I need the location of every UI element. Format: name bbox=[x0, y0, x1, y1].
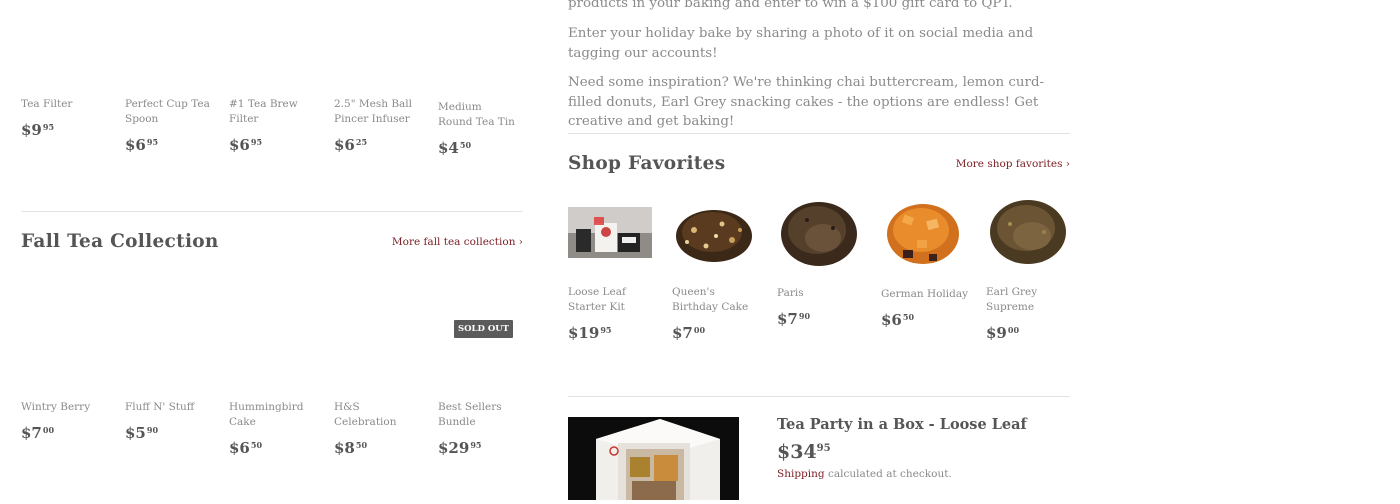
product-name: 2.5" Mesh Ball Pincer Infuser bbox=[334, 98, 413, 125]
shipping-note: Shipping calculated at checkout. bbox=[777, 468, 952, 480]
promo-paragraph: Enter your holiday bake by sharing a pho… bbox=[568, 26, 1034, 61]
product-name: Perfect Cup Tea Spoon bbox=[125, 98, 210, 125]
product-name: Tea Filter bbox=[21, 98, 73, 110]
product-name: Queen's Birthday Cake bbox=[672, 286, 749, 313]
featured-product-price: $3495 bbox=[777, 441, 831, 463]
product-price: $850 bbox=[334, 439, 368, 457]
product-card[interactable]: German Holiday $650 bbox=[881, 287, 976, 329]
more-fall-tea-link[interactable]: More fall tea collection › bbox=[392, 236, 523, 248]
sold-out-badge: SOLD OUT bbox=[454, 320, 513, 338]
product-card[interactable]: #1 Tea Brew Filter $695 bbox=[229, 97, 321, 154]
product-price: $2995 bbox=[438, 439, 482, 457]
product-card[interactable]: Best Sellers Bundle $2995 bbox=[438, 400, 510, 457]
product-price: $695 bbox=[229, 136, 263, 154]
fall-collection-title: Fall Tea Collection bbox=[21, 231, 219, 252]
product-card[interactable]: Earl Grey Supreme $900 bbox=[986, 285, 1066, 342]
product-image-german-holiday[interactable] bbox=[881, 190, 965, 278]
product-card[interactable]: H&S Celebration $850 bbox=[334, 400, 424, 457]
product-name: German Holiday bbox=[881, 288, 969, 300]
product-name: Medium Round Tea Tin bbox=[438, 101, 515, 128]
product-price: $450 bbox=[438, 139, 472, 157]
product-price: $590 bbox=[125, 424, 159, 442]
product-price: $700 bbox=[672, 324, 706, 342]
product-card[interactable]: Fluff N' Stuff $590 bbox=[125, 400, 215, 442]
section-divider bbox=[568, 396, 1070, 397]
product-image-paris[interactable] bbox=[777, 190, 861, 278]
promo-paragraph: Need some inspiration? We're thinking ch… bbox=[568, 75, 1045, 129]
product-card[interactable]: Paris $790 bbox=[777, 286, 867, 328]
promo-paragraph: products in your baking and enter to win… bbox=[568, 0, 1013, 11]
shop-favorites-title: Shop Favorites bbox=[568, 153, 726, 174]
product-card[interactable]: Hummingbird Cake $650 bbox=[229, 400, 307, 457]
product-image-earl-grey-supreme[interactable] bbox=[986, 190, 1070, 278]
product-card[interactable]: Wintry Berry $700 bbox=[21, 400, 111, 442]
product-name: #1 Tea Brew Filter bbox=[229, 98, 298, 125]
product-name: Wintry Berry bbox=[21, 401, 91, 413]
product-price: $650 bbox=[881, 311, 915, 329]
product-card[interactable]: Medium Round Tea Tin $450 bbox=[438, 100, 518, 157]
section-divider bbox=[21, 211, 523, 212]
product-card[interactable]: Tea Filter $995 bbox=[21, 97, 111, 139]
product-price: $625 bbox=[334, 136, 368, 154]
product-price: $790 bbox=[777, 310, 811, 328]
product-name: Paris bbox=[777, 287, 804, 299]
featured-product-title[interactable]: Tea Party in a Box - Loose Leaf bbox=[777, 416, 1027, 433]
product-card[interactable]: 2.5" Mesh Ball Pincer Infuser $625 bbox=[334, 97, 414, 154]
product-price: $695 bbox=[125, 136, 159, 154]
shipping-link[interactable]: Shipping bbox=[777, 468, 825, 480]
product-name: Hummingbird Cake bbox=[229, 401, 304, 428]
product-card[interactable]: Loose Leaf Starter Kit $1995 bbox=[568, 285, 658, 342]
featured-product-image[interactable] bbox=[568, 417, 739, 500]
product-price: $700 bbox=[21, 424, 55, 442]
product-card[interactable]: Queen's Birthday Cake $700 bbox=[672, 285, 762, 342]
product-price: $650 bbox=[229, 439, 263, 457]
product-name: Best Sellers Bundle bbox=[438, 401, 502, 428]
product-image-starter-kit[interactable] bbox=[568, 207, 652, 258]
product-price: $995 bbox=[21, 121, 55, 139]
product-name: Fluff N' Stuff bbox=[125, 401, 195, 413]
section-divider bbox=[568, 133, 1070, 134]
product-name: Earl Grey Supreme bbox=[986, 286, 1038, 313]
product-price: $1995 bbox=[568, 324, 612, 342]
product-image-queens-birthday-cake[interactable] bbox=[672, 190, 756, 278]
product-card[interactable]: Perfect Cup Tea Spoon $695 bbox=[125, 97, 213, 154]
product-name: Loose Leaf Starter Kit bbox=[568, 286, 626, 313]
more-shop-favorites-link[interactable]: More shop favorites › bbox=[956, 158, 1070, 170]
product-name: H&S Celebration bbox=[334, 401, 397, 428]
product-price: $900 bbox=[986, 324, 1020, 342]
